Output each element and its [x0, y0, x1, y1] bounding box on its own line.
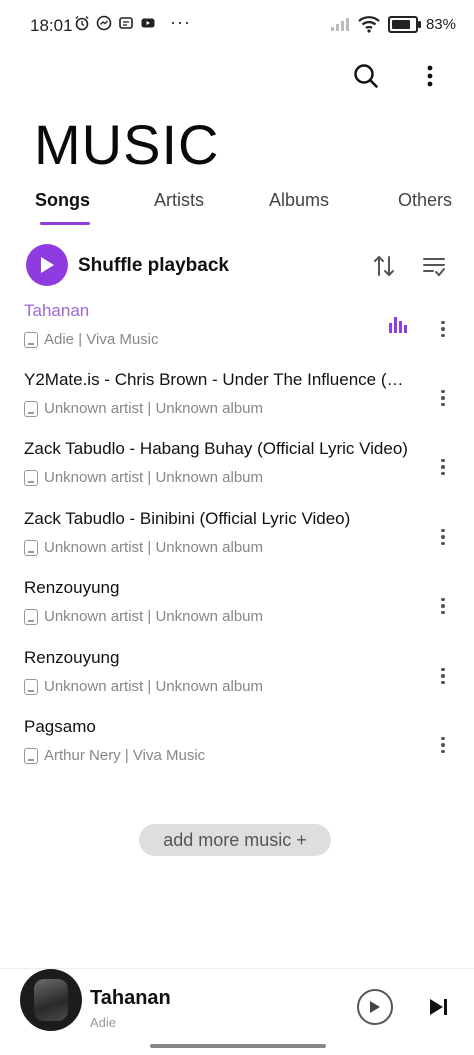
song-item[interactable]: Y2Mate.is - Chris Brown - Under The Infl…: [0, 370, 474, 440]
music-file-icon: [24, 678, 38, 695]
song-subtitle-row: Unknown artist | Unknown album: [24, 539, 263, 556]
more-options-button[interactable]: [412, 58, 448, 94]
song-item[interactable]: Renzouyung Unknown artist | Unknown albu…: [0, 648, 474, 718]
tab-songs[interactable]: Songs: [35, 190, 90, 211]
battery-percent: 83%: [425, 15, 456, 33]
music-file-icon: [24, 331, 38, 348]
status-time: 18:01: [30, 16, 73, 35]
song-subtitle: Unknown artist | Unknown album: [44, 608, 263, 625]
signal-icon: [330, 18, 349, 31]
music-file-icon: [24, 608, 38, 625]
music-file-icon: [24, 539, 38, 556]
song-subtitle: Unknown artist | Unknown album: [44, 678, 263, 695]
song-title: Y2Mate.is - Chris Brown - Under The Infl…: [24, 370, 408, 389]
shuffle-row: Shuffle playback: [26, 244, 448, 288]
now-playing-equalizer-icon: [389, 317, 407, 333]
youtube-icon: [141, 18, 155, 28]
song-title: Renzouyung: [24, 578, 120, 597]
song-subtitle-row: Unknown artist | Unknown album: [24, 400, 263, 417]
page-title: MUSIC: [34, 113, 220, 176]
music-file-icon: [24, 400, 38, 417]
tab-artists[interactable]: Artists: [154, 190, 204, 211]
song-subtitle: Unknown artist | Unknown album: [44, 469, 263, 486]
add-more-music-button[interactable]: add more music +: [139, 824, 331, 856]
tab-albums[interactable]: Albums: [269, 190, 329, 211]
active-tab-indicator: [40, 222, 90, 225]
song-more-button[interactable]: [432, 453, 454, 481]
song-subtitle: Adie | Viva Music: [44, 331, 159, 348]
song-subtitle-row: Unknown artist | Unknown album: [24, 678, 263, 695]
song-item[interactable]: Tahanan Adie | Viva Music: [0, 301, 474, 371]
mini-player[interactable]: Tahanan Adie: [0, 968, 474, 1055]
song-title: Pagsamo: [24, 717, 96, 736]
song-subtitle: Arthur Nery | Viva Music: [44, 747, 206, 764]
song-item[interactable]: Renzouyung Unknown artist | Unknown albu…: [0, 578, 474, 648]
song-item[interactable]: Pagsamo Arthur Nery | Viva Music: [0, 717, 474, 787]
album-art[interactable]: [20, 969, 82, 1031]
song-more-button[interactable]: [432, 592, 454, 620]
status-notification-icons: [74, 15, 156, 31]
song-title: Renzouyung: [24, 648, 120, 667]
status-system-icons: 83%: [330, 15, 456, 33]
more-vertical-icon: [427, 65, 433, 87]
player-song-title: Tahanan: [90, 987, 171, 1009]
music-file-icon: [24, 469, 38, 486]
shuffle-play-button[interactable]: [26, 244, 68, 286]
song-subtitle-row: Adie | Viva Music: [24, 331, 159, 348]
status-more: ···: [170, 12, 191, 32]
song-more-button[interactable]: [432, 731, 454, 759]
song-more-button[interactable]: [432, 384, 454, 412]
shuffle-playback-label[interactable]: Shuffle playback: [78, 255, 229, 277]
song-more-button[interactable]: [432, 523, 454, 551]
song-subtitle: Unknown artist | Unknown album: [44, 400, 263, 417]
multi-select-icon[interactable]: [420, 252, 448, 280]
song-title: Tahanan: [24, 301, 90, 320]
home-indicator[interactable]: [150, 1044, 326, 1048]
search-button[interactable]: [348, 58, 384, 94]
music-file-icon: [24, 747, 38, 764]
battery-icon: [387, 15, 421, 33]
song-subtitle-row: Unknown artist | Unknown album: [24, 469, 263, 486]
player-artist: Adie: [90, 1015, 117, 1030]
song-title: Zack Tabudlo - Habang Buhay (Official Ly…: [24, 439, 408, 458]
tab-others[interactable]: Others: [398, 190, 452, 211]
play-icon: [41, 257, 54, 273]
messenger-icon: [96, 15, 112, 31]
search-icon: [354, 64, 378, 88]
alarm-icon: [75, 16, 89, 31]
message-icon: [119, 17, 133, 29]
song-item[interactable]: Zack Tabudlo - Binibini (Official Lyric …: [0, 509, 474, 579]
song-item[interactable]: Zack Tabudlo - Habang Buhay (Official Ly…: [0, 439, 474, 509]
song-more-button[interactable]: [432, 315, 454, 343]
next-track-icon[interactable]: [428, 997, 450, 1017]
sort-icon[interactable]: [370, 252, 398, 280]
status-bar: 18:01 ··· 83%: [0, 0, 474, 52]
song-subtitle-row: Unknown artist | Unknown album: [24, 608, 263, 625]
song-subtitle-row: Arthur Nery | Viva Music: [24, 747, 205, 764]
song-more-button[interactable]: [432, 662, 454, 690]
song-title: Zack Tabudlo - Binibini (Official Lyric …: [24, 509, 351, 528]
play-icon: [370, 1001, 380, 1013]
wifi-icon: [358, 16, 380, 33]
player-play-button[interactable]: [357, 989, 393, 1025]
song-subtitle: Unknown artist | Unknown album: [44, 539, 263, 556]
